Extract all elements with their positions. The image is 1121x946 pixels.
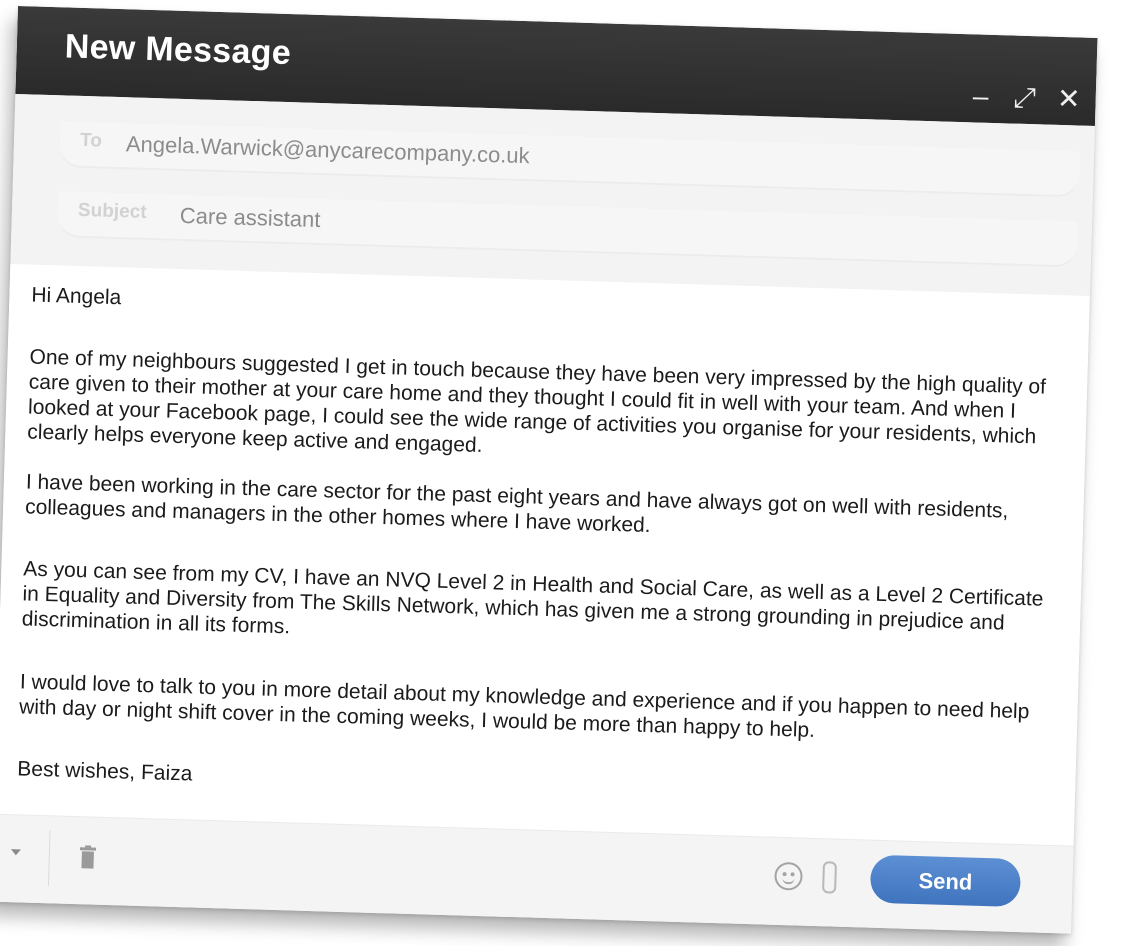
to-value[interactable]: Angela.Warwick@anycarecompany.co.uk xyxy=(126,131,530,169)
paragraph-3: As you can see from my CV, I have an NVQ… xyxy=(21,557,1044,639)
minimize-icon[interactable]: – xyxy=(967,80,994,111)
subject-value[interactable]: Care assistant xyxy=(179,203,320,233)
trash-icon[interactable] xyxy=(78,845,97,870)
paragraph-2: I have been working in the care sector f… xyxy=(24,470,1009,537)
subject-field[interactable]: Subject Care assistant xyxy=(57,191,1079,268)
paragraph-1: One of my neighbours suggested I get in … xyxy=(27,345,1047,457)
paperclip-icon[interactable] xyxy=(822,861,837,894)
window-controls: – ⤢ ✕ xyxy=(967,80,1082,115)
signoff: Best wishes, Faiza xyxy=(17,757,193,786)
to-field[interactable]: To Angela.Warwick@anycarecompany.co.uk xyxy=(59,121,1081,198)
subject-label: Subject xyxy=(77,199,147,223)
recipient-fields: To Angela.Warwick@anycarecompany.co.uk S… xyxy=(10,93,1095,297)
toolbar-divider xyxy=(47,830,51,887)
greeting: Hi Angela xyxy=(31,283,122,310)
emoji-icon[interactable] xyxy=(774,861,803,891)
message-body[interactable]: Hi Angela One of my neighbours suggested… xyxy=(0,263,1090,846)
expand-icon[interactable]: ⤢ xyxy=(1011,82,1038,114)
screenshot-scene: New Message – ⤢ ✕ To Angela.Warwick@anyc… xyxy=(0,0,1121,946)
compose-window: New Message – ⤢ ✕ To Angela.Warwick@anyc… xyxy=(0,6,1098,934)
close-icon[interactable]: ✕ xyxy=(1055,83,1082,115)
window-title: New Message xyxy=(64,27,292,73)
send-button[interactable]: Send xyxy=(869,854,1022,908)
paragraph-4: I would love to talk to you in more deta… xyxy=(18,670,1030,742)
dropdown-arrow-icon[interactable] xyxy=(10,849,21,856)
to-label: To xyxy=(79,129,103,152)
